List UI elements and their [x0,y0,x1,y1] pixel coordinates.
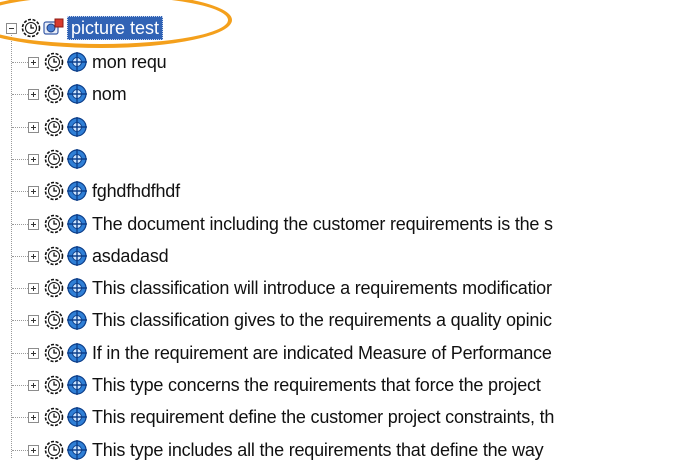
tree-guide-branch [12,320,28,321]
tree-node-row[interactable]: This type concerns the requirements that… [28,371,541,399]
tree-node-label: If in the requirement are indicated Meas… [92,342,552,363]
tree-guide-line [11,28,12,458]
expand-toggle[interactable] [28,218,39,230]
tree-node-row[interactable]: fghdfhdfhdf [28,177,180,205]
tree-node-label: This requirement define the customer pro… [92,406,555,427]
tree-node-row[interactable]: This type includes all the requirements … [28,436,544,464]
gear-clock-icon [43,245,65,267]
crosshair-globe-icon [66,51,88,73]
tree-guide-branch [12,127,28,128]
tree-guide-branch [12,288,28,289]
crosshair-globe-icon [66,342,88,364]
picture-folder-icon [42,17,64,39]
tree-root-label[interactable]: picture test [67,16,164,40]
tree-node-label: fghdfhdfhdf [92,180,180,201]
tree-guide-branch [12,256,28,257]
crosshair-globe-icon [66,406,88,428]
tree-node-row[interactable]: asdadasd [28,242,169,270]
expand-toggle[interactable] [28,347,39,359]
tree-node-row[interactable] [28,145,92,173]
tree-node-row[interactable]: mon requ [28,48,167,76]
tree-node-row[interactable]: The document including the customer requ… [28,210,553,238]
crosshair-globe-icon [66,83,88,105]
gear-clock-icon [43,342,65,364]
gear-clock-icon [43,439,65,461]
collapse-toggle[interactable] [6,22,17,34]
tree-guide-branch [12,353,28,354]
gear-clock-icon [20,17,42,39]
tree-guide-branch [12,62,28,63]
gear-clock-icon [43,180,65,202]
crosshair-globe-icon [66,116,88,138]
requirements-tree: picture test mon requ nom fghdfhdfhdf Th… [0,0,698,462]
crosshair-globe-icon [66,439,88,461]
crosshair-globe-icon [66,245,88,267]
crosshair-globe-icon [66,309,88,331]
expand-toggle[interactable] [28,185,39,197]
tree-node-label: This type includes all the requirements … [92,439,544,460]
tree-node-row[interactable]: If in the requirement are indicated Meas… [28,339,552,367]
tree-node-row[interactable]: This classification gives to the require… [28,306,552,334]
expand-toggle[interactable] [28,88,39,100]
tree-guide-branch [12,159,28,160]
tree-guide-branch [12,224,28,225]
gear-clock-icon [43,116,65,138]
gear-clock-icon [43,406,65,428]
tree-node-label: nom [92,83,127,104]
tree-node-label: asdadasd [92,245,169,266]
expand-toggle[interactable] [28,250,39,262]
tree-root-row[interactable]: picture test [6,14,164,42]
crosshair-globe-icon [66,180,88,202]
gear-clock-icon [43,83,65,105]
crosshair-globe-icon [66,148,88,170]
expand-toggle[interactable] [28,379,39,391]
expand-toggle[interactable] [28,444,39,456]
gear-clock-icon [43,277,65,299]
expand-toggle[interactable] [28,411,39,423]
gear-clock-icon [43,51,65,73]
gear-clock-icon [43,309,65,331]
crosshair-globe-icon [66,277,88,299]
tree-guide-branch [12,450,28,451]
tree-guide-branch [12,385,28,386]
tree-node-label: mon requ [92,51,167,72]
expand-toggle[interactable] [28,153,39,165]
tree-node-row[interactable]: nom [28,80,127,108]
tree-guide-branch [12,417,28,418]
crosshair-globe-icon [66,374,88,396]
tree-node-label: The document including the customer requ… [92,213,553,234]
expand-toggle[interactable] [28,314,39,326]
tree-node-label: This classification will introduce a req… [92,277,552,298]
tree-node-label: This type concerns the requirements that… [92,374,541,395]
tree-guide-branch [12,94,28,95]
tree-guide-branch [12,191,28,192]
expand-toggle[interactable] [28,121,39,133]
gear-clock-icon [43,374,65,396]
expand-toggle[interactable] [28,282,39,294]
tree-node-row[interactable]: This classification will introduce a req… [28,274,552,302]
gear-clock-icon [43,148,65,170]
tree-node-label: This classification gives to the require… [92,309,552,330]
expand-toggle[interactable] [28,56,39,68]
crosshair-globe-icon [66,213,88,235]
gear-clock-icon [43,213,65,235]
tree-node-row[interactable] [28,113,92,141]
tree-node-row[interactable]: This requirement define the customer pro… [28,403,554,431]
